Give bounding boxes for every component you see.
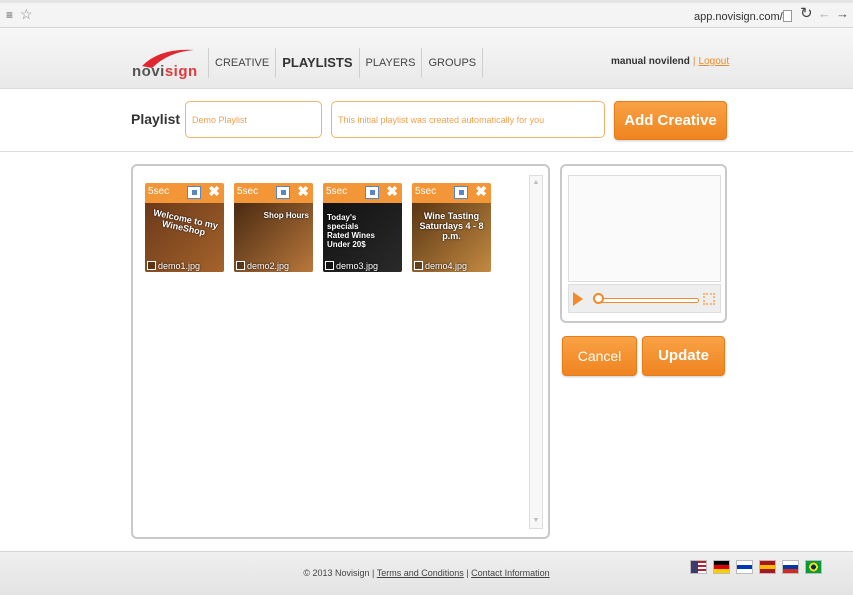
creative-filename: demo2.jpg (247, 261, 290, 271)
language-flags (690, 560, 822, 574)
edit-icon[interactable] (187, 186, 201, 199)
duration-label[interactable]: 5sec (326, 186, 347, 197)
player-controls (568, 284, 721, 313)
thumbnail-caption: Wine Tasting Saturdays 4 - 8 p.m. (419, 211, 484, 241)
seek-handle[interactable] (593, 293, 604, 304)
add-creative-button[interactable]: Add Creative (614, 101, 727, 140)
preview-screen (568, 175, 721, 282)
edit-icon[interactable] (365, 186, 379, 199)
user-separator: | (692, 56, 696, 67)
app-header: novisign CREATIVE PLAYLISTS PLAYERS GROU… (0, 28, 853, 89)
duration-label[interactable]: 5sec (415, 186, 436, 197)
logo-text: novisign (132, 63, 198, 80)
remove-icon[interactable]: ✖ (208, 183, 220, 200)
nav-creative[interactable]: CREATIVE (208, 48, 275, 78)
remove-icon[interactable]: ✖ (297, 183, 309, 200)
us-flag-icon[interactable] (690, 560, 707, 574)
edit-icon[interactable] (276, 186, 290, 199)
creative-filename: demo1.jpg (158, 261, 201, 271)
nav-players[interactable]: PLAYERS (358, 48, 422, 78)
remove-icon[interactable]: ✖ (475, 183, 487, 200)
scroll-down-arrow-icon[interactable]: ▼ (530, 514, 542, 528)
seek-track[interactable] (595, 298, 699, 303)
germany-flag-icon[interactable] (713, 560, 730, 574)
creative-checkbox[interactable] (147, 261, 156, 270)
footer-separator: | (372, 568, 375, 578)
bookmark-star-icon[interactable]: ☆ (20, 7, 33, 21)
creative-card[interactable]: 5sec ✖ Welcome to my WineShop demo1.jpg (145, 183, 224, 272)
creatives-scrollbar[interactable]: ▲ ▼ (529, 175, 543, 529)
footer-separator: | (466, 568, 469, 578)
playlist-name-input[interactable] (185, 101, 322, 138)
reload-icon[interactable]: ↻ (800, 6, 813, 22)
duration-label[interactable]: 5sec (148, 186, 169, 197)
update-button[interactable]: Update (642, 336, 725, 376)
nav-groups[interactable]: GROUPS (421, 48, 482, 78)
contact-link[interactable]: Contact Information (471, 568, 550, 578)
remove-icon[interactable]: ✖ (386, 183, 398, 200)
edit-icon[interactable] (454, 186, 468, 199)
russia-flag-icon[interactable] (782, 560, 799, 574)
user-name: manual novilend (611, 56, 690, 67)
tab-strip (0, 0, 853, 3)
fullscreen-icon[interactable] (703, 293, 715, 305)
creative-checkbox[interactable] (414, 261, 423, 270)
creative-checkbox[interactable] (236, 261, 245, 270)
creative-card[interactable]: 5sec ✖ Wine Tasting Saturdays 4 - 8 p.m.… (412, 183, 491, 272)
playlist-label: Playlist (131, 111, 181, 127)
preview-panel (560, 164, 727, 323)
page-icon (783, 10, 792, 22)
menu-icon[interactable]: ≡ (6, 9, 13, 21)
back-arrow-icon[interactable]: ← (818, 7, 831, 21)
footer: © 2013 Novisign | Terms and Conditions |… (0, 551, 853, 595)
brazil-flag-icon[interactable] (805, 560, 822, 574)
terms-link[interactable]: Terms and Conditions (377, 568, 464, 578)
thumbnail-caption: Today's specials Rated Wines Under 20$ (327, 213, 375, 249)
creative-card[interactable]: 5sec ✖ Today's specials Rated Wines Unde… (323, 183, 402, 272)
copyright-text: © 2013 Novisign (303, 568, 370, 578)
spain-flag-icon[interactable] (759, 560, 776, 574)
browser-toolbar: ≡ ☆ app.novisign.com/# ↻ ← → (0, 0, 853, 28)
address-bar-url[interactable]: app.novisign.com/# (694, 11, 789, 23)
thumbnail-caption: Shop Hours (263, 211, 309, 220)
novisign-logo[interactable]: novisign (132, 46, 197, 80)
creative-checkbox[interactable] (325, 261, 334, 270)
creative-card[interactable]: 5sec ✖ Shop Hours demo2.jpg (234, 183, 313, 272)
user-area: manual novilend | Logout (611, 56, 729, 67)
thumbnail-caption: Welcome to my WineShop (152, 207, 219, 238)
play-icon[interactable] (573, 292, 583, 306)
israel-flag-icon[interactable] (736, 560, 753, 574)
nav-playlists[interactable]: PLAYLISTS (275, 48, 358, 78)
playlist-description-input[interactable] (331, 101, 605, 138)
nav-divider (482, 48, 484, 78)
scroll-up-arrow-icon[interactable]: ▲ (530, 176, 542, 190)
main-nav: CREATIVE PLAYLISTS PLAYERS GROUPS (208, 48, 484, 78)
creatives-panel: 5sec ✖ Welcome to my WineShop demo1.jpg … (131, 164, 550, 539)
creative-filename: demo4.jpg (425, 261, 468, 271)
duration-label[interactable]: 5sec (237, 186, 258, 197)
cancel-button[interactable]: Cancel (562, 336, 637, 376)
creative-filename: demo3.jpg (336, 261, 379, 271)
logout-link[interactable]: Logout (699, 56, 730, 67)
forward-arrow-icon[interactable]: → (836, 7, 849, 21)
